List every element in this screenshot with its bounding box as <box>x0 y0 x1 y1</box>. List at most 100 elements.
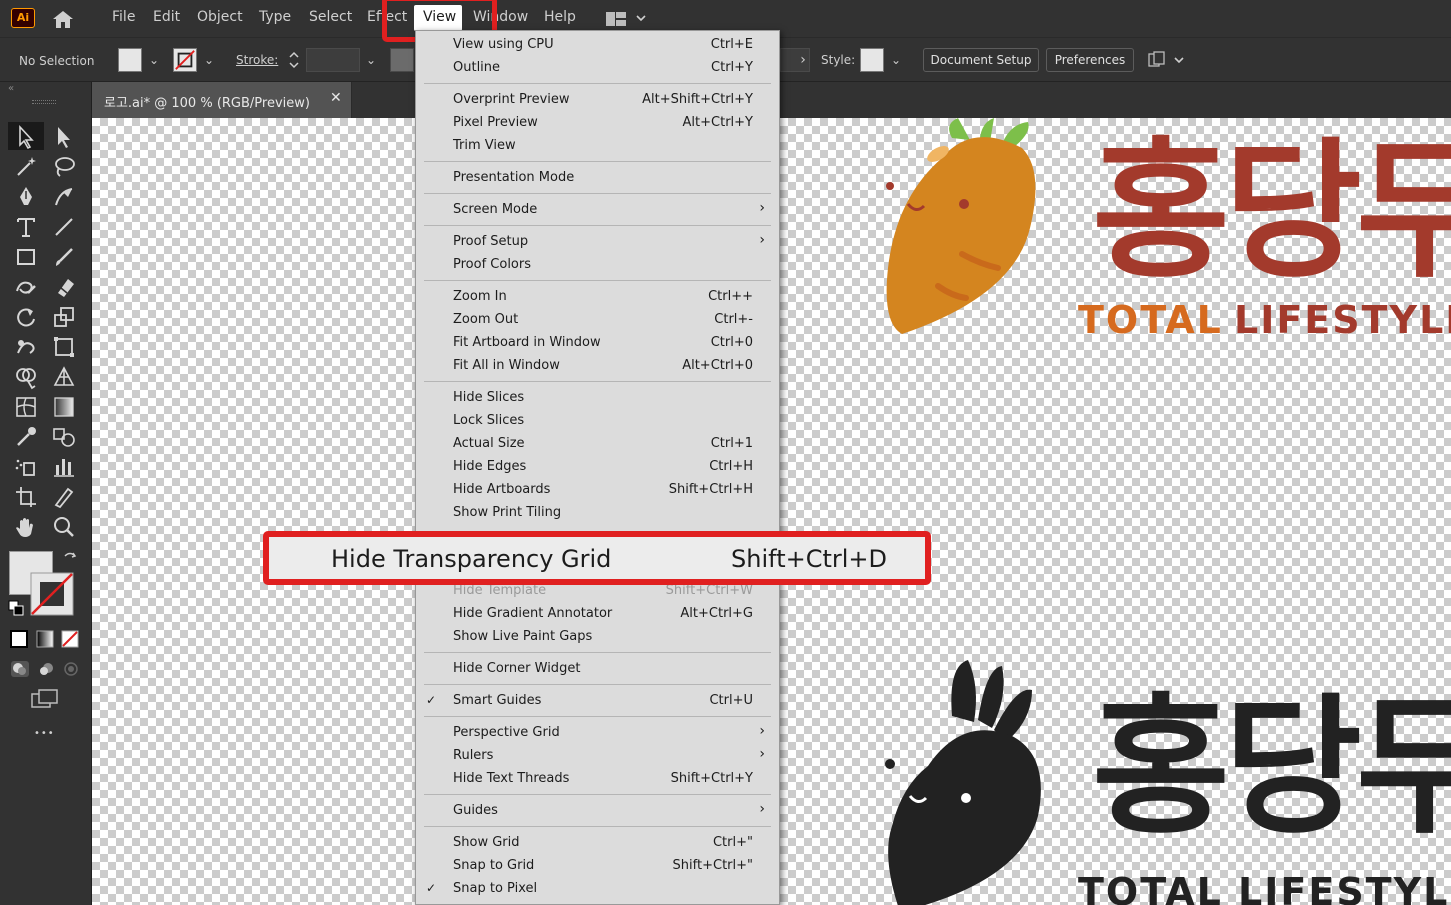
perspective-grid-tool-icon[interactable] <box>50 363 78 391</box>
eyedropper-tool-icon[interactable] <box>12 423 40 451</box>
menu-item-show-print-tiling[interactable]: Show Print Tiling <box>416 502 779 525</box>
menu-type[interactable]: Type <box>259 9 291 25</box>
menu-item-fit-artboard[interactable]: Fit Artboard in Window Ctrl+0 <box>416 332 779 355</box>
opacity-arrow-icon[interactable]: › <box>794 50 812 70</box>
mesh-tool-icon[interactable] <box>12 393 40 421</box>
lasso-tool-icon[interactable] <box>50 153 78 181</box>
menu-item-guides[interactable]: Guides › <box>416 800 779 823</box>
menu-item-zoom-out[interactable]: Zoom Out Ctrl+- <box>416 309 779 332</box>
menu-item-lock-slices[interactable]: Lock Slices <box>416 410 779 433</box>
style-dropdown-icon[interactable]: ⌄ <box>887 50 905 70</box>
pen-tool-icon[interactable] <box>12 183 40 211</box>
hand-tool-icon[interactable] <box>12 513 40 541</box>
document-setup-button[interactable]: Document Setup <box>923 48 1039 72</box>
blend-tool-icon[interactable] <box>50 423 78 451</box>
menu-item-screen-mode[interactable]: Screen Mode › <box>416 199 779 222</box>
menu-separator <box>424 83 771 84</box>
stroke-swatch[interactable] <box>173 48 197 72</box>
menu-item-hide-gradient-annotator[interactable]: Hide Gradient Annotator Alt+Ctrl+G <box>416 603 779 626</box>
warp-tool-icon[interactable] <box>12 333 40 361</box>
menu-item-rulers[interactable]: Rulers › <box>416 745 779 768</box>
menu-file[interactable]: File <box>112 9 135 25</box>
stroke-label[interactable]: Stroke: <box>236 53 278 67</box>
panel-collapse-icon[interactable]: « <box>8 83 14 94</box>
workspace-switcher-icon[interactable] <box>604 10 650 28</box>
none-mode-icon[interactable] <box>61 630 79 648</box>
preferences-button[interactable]: Preferences <box>1046 48 1134 72</box>
menu-item-actual-size[interactable]: Actual Size Ctrl+1 <box>416 433 779 456</box>
color-mode-icon[interactable] <box>10 630 28 648</box>
menu-item-hide-edges[interactable]: Hide Edges Ctrl+H <box>416 456 779 479</box>
document-tab[interactable]: 로고.ai* @ 100 % (RGB/Preview) ✕ <box>92 82 352 118</box>
menu-item-view-using-cpu[interactable]: View using CPU Ctrl+E <box>416 34 779 57</box>
graphic-style-swatch[interactable] <box>860 48 884 72</box>
menu-item-hide-slices[interactable]: Hide Slices <box>416 387 779 410</box>
selection-tool-icon[interactable] <box>12 123 40 151</box>
arrange-icon[interactable] <box>1146 50 1188 70</box>
stroke-weight-input[interactable] <box>306 48 360 72</box>
menu-item-hide-artboards[interactable]: Hide Artboards Shift+Ctrl+H <box>416 479 779 502</box>
fill-swatch[interactable] <box>118 48 142 72</box>
menu-item-fit-all[interactable]: Fit All in Window Alt+Ctrl+0 <box>416 355 779 378</box>
menu-item-perspective-grid[interactable]: Perspective Grid › <box>416 722 779 745</box>
menu-select[interactable]: Select <box>309 9 352 25</box>
draw-normal-icon[interactable] <box>10 660 30 678</box>
stroke-color-box[interactable] <box>30 572 74 616</box>
menu-item-trim-view[interactable]: Trim View <box>416 135 779 158</box>
menu-item-snap-to-grid[interactable]: Snap to Grid Shift+Ctrl+" <box>416 855 779 878</box>
menu-help[interactable]: Help <box>544 9 576 25</box>
magic-wand-tool-icon[interactable] <box>12 153 40 181</box>
panel-grip[interactable] <box>32 100 56 104</box>
symbol-sprayer-tool-icon[interactable] <box>12 453 40 481</box>
carrot-silhouette-illustration <box>885 660 1041 905</box>
rectangle-tool-icon[interactable] <box>12 243 40 271</box>
curvature-tool-icon[interactable] <box>50 183 78 211</box>
stroke-weight-dropdown-icon[interactable]: ⌄ <box>362 50 380 70</box>
direct-selection-tool-icon[interactable] <box>50 123 78 151</box>
edit-toolbar-icon[interactable]: ••• <box>34 728 55 739</box>
shape-builder-tool-icon[interactable] <box>12 363 40 391</box>
menu-separator <box>424 716 771 717</box>
menu-object[interactable]: Object <box>197 9 243 25</box>
menu-item-proof-setup[interactable]: Proof Setup › <box>416 231 779 254</box>
zoom-tool-icon[interactable] <box>50 513 78 541</box>
menu-item-zoom-in[interactable]: Zoom In Ctrl++ <box>416 286 779 309</box>
menu-item-show-live-paint-gaps[interactable]: Show Live Paint Gaps <box>416 626 779 649</box>
shaper-tool-icon[interactable] <box>12 273 40 301</box>
eraser-tool-icon[interactable] <box>50 273 78 301</box>
draw-behind-icon[interactable] <box>36 660 56 678</box>
scale-tool-icon[interactable] <box>50 303 78 331</box>
line-segment-tool-icon[interactable] <box>50 213 78 241</box>
menu-item-show-grid[interactable]: Show Grid Ctrl+" <box>416 832 779 855</box>
menu-item-pixel-preview[interactable]: Pixel Preview Alt+Ctrl+Y <box>416 112 779 135</box>
variable-width-profile[interactable] <box>390 48 414 72</box>
default-fill-stroke-icon[interactable] <box>8 600 24 616</box>
screen-mode-icon[interactable] <box>30 688 60 710</box>
menu-item-outline[interactable]: Outline Ctrl+Y <box>416 57 779 80</box>
swap-fill-stroke-icon[interactable] <box>62 550 78 566</box>
fill-dropdown-icon[interactable]: ⌄ <box>145 50 163 70</box>
free-transform-tool-icon[interactable] <box>50 333 78 361</box>
type-tool-icon[interactable] <box>12 213 40 241</box>
menu-item-hide-transparency-grid[interactable]: Hide Transparency Grid Shift+Ctrl+D <box>263 531 931 585</box>
gradient-tool-icon[interactable] <box>50 393 78 421</box>
paintbrush-tool-icon[interactable] <box>50 243 78 271</box>
menu-item-hide-corner-widget[interactable]: Hide Corner Widget <box>416 658 779 681</box>
menu-item-hide-text-threads[interactable]: Hide Text Threads Shift+Ctrl+Y <box>416 768 779 791</box>
draw-inside-icon[interactable] <box>61 660 81 678</box>
stroke-dropdown-icon[interactable]: ⌄ <box>200 50 218 70</box>
column-graph-tool-icon[interactable] <box>50 453 78 481</box>
home-icon[interactable] <box>50 8 76 30</box>
stroke-stepper-icon[interactable] <box>286 48 302 72</box>
menu-item-smart-guides[interactable]: ✓ Smart Guides Ctrl+U <box>416 690 779 713</box>
menu-item-overprint-preview[interactable]: Overprint Preview Alt+Shift+Ctrl+Y <box>416 89 779 112</box>
menu-edit[interactable]: Edit <box>153 9 180 25</box>
rotate-tool-icon[interactable] <box>12 303 40 331</box>
menu-item-snap-to-pixel[interactable]: ✓ Snap to Pixel <box>416 878 779 901</box>
menu-item-proof-colors[interactable]: Proof Colors <box>416 254 779 277</box>
artboard-tool-icon[interactable] <box>12 483 40 511</box>
menu-item-presentation-mode[interactable]: Presentation Mode <box>416 167 779 190</box>
slice-tool-icon[interactable] <box>50 483 78 511</box>
close-icon[interactable]: ✕ <box>330 90 342 106</box>
gradient-mode-icon[interactable] <box>36 630 54 648</box>
